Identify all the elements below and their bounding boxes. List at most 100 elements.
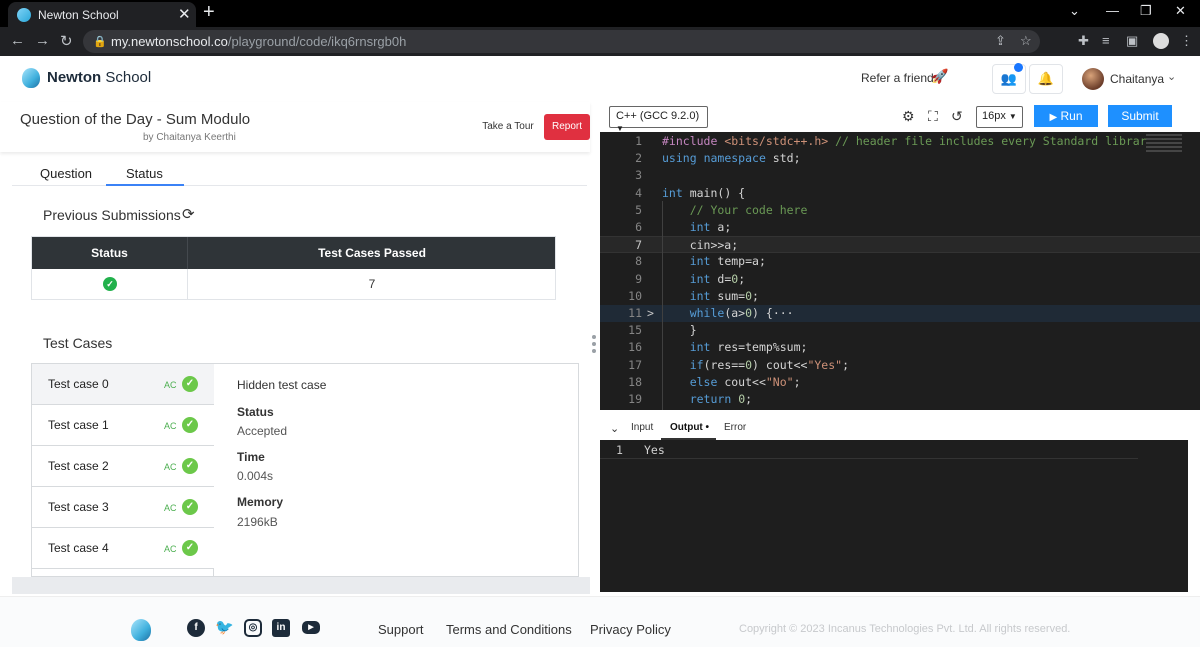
url-host: my.newtonschool.co xyxy=(111,34,228,49)
side-panel-icon[interactable]: ▣ xyxy=(1126,33,1138,49)
newton-logo-icon[interactable] xyxy=(131,619,151,641)
test-case-name: Test case 1 xyxy=(48,418,109,432)
line-number: 4 xyxy=(635,185,642,200)
test-cases-title: Test Cases xyxy=(43,335,113,351)
list-item[interactable]: Test case 3 AC ✓ xyxy=(32,487,214,528)
avatar[interactable] xyxy=(1082,68,1104,90)
instagram-icon[interactable]: ◎ xyxy=(244,619,262,637)
youtube-icon[interactable]: ▶ xyxy=(302,621,320,634)
forward-icon[interactable]: → xyxy=(35,32,50,49)
take-tour-button[interactable]: Take a Tour xyxy=(478,115,538,139)
check-circle-icon: ✓ xyxy=(103,277,117,291)
new-tab-icon[interactable]: + xyxy=(203,1,215,24)
fullscreen-icon[interactable]: ⛶ xyxy=(928,108,938,125)
line-number: 19 xyxy=(628,392,642,406)
user-name[interactable]: Chaitanya xyxy=(1110,72,1164,86)
run-button[interactable]: ▶ Run xyxy=(1034,105,1098,127)
editor-minimap[interactable] xyxy=(1140,132,1186,154)
code-line[interactable]: 3 xyxy=(600,167,1200,184)
close-window-icon[interactable]: ✕ xyxy=(1175,3,1186,19)
font-size-value: 16px xyxy=(982,110,1006,122)
line-number: 5 xyxy=(635,202,642,217)
url-field[interactable]: 🔒 my.newtonschool.co/playground/code/ikq… xyxy=(83,30,1040,53)
terms-link[interactable]: Terms and Conditions xyxy=(446,622,572,637)
chevron-down-icon[interactable]: ⌄ xyxy=(1167,70,1176,83)
settings-gear-icon[interactable]: ⚙ xyxy=(902,108,915,125)
code-line[interactable]: 17 if(res==0) cout<<"Yes"; xyxy=(600,357,1200,374)
linkedin-icon[interactable]: in xyxy=(272,619,290,637)
font-size-select[interactable]: 16px ▼ xyxy=(976,106,1023,128)
facebook-icon[interactable]: f xyxy=(187,619,205,637)
rocket-icon[interactable]: 🚀 xyxy=(931,68,948,85)
list-item[interactable]: Test case 0 AC ✓ xyxy=(32,364,214,405)
table-row[interactable]: ✓ 7 xyxy=(32,269,555,299)
brand-name[interactable]: Newton School xyxy=(47,69,151,86)
code-line[interactable]: 4 int main() { xyxy=(600,185,1200,202)
back-icon[interactable]: ← xyxy=(10,32,25,49)
share-icon[interactable]: ⇪ xyxy=(995,33,1006,49)
browser-tab[interactable]: Newton School ✕ xyxy=(8,2,196,27)
reload-icon[interactable]: ↻ xyxy=(60,32,73,50)
tab-error[interactable]: Error xyxy=(724,422,746,433)
code-line[interactable]: 8 int temp=a; xyxy=(600,253,1200,270)
tab-question[interactable]: Question xyxy=(40,166,92,181)
language-select[interactable]: C++ (GCC 9.2.0) ▼ xyxy=(609,106,708,133)
twitter-icon[interactable]: 🐦 xyxy=(215,619,234,637)
submit-button[interactable]: Submit xyxy=(1108,105,1172,127)
code-line[interactable]: 9 int d=0; xyxy=(600,271,1200,288)
refresh-icon[interactable]: ⟳ xyxy=(182,205,195,223)
fold-chevron-icon[interactable]: > xyxy=(647,305,654,322)
status-label: Status xyxy=(237,405,274,419)
check-circle-icon: ✓ xyxy=(182,376,198,392)
verdict-badge: AC xyxy=(164,380,177,390)
scroll-area-bottom xyxy=(12,577,590,594)
close-tab-icon[interactable]: ✕ xyxy=(178,5,191,23)
pane-resize-handle[interactable] xyxy=(592,335,597,356)
output-panel[interactable]: 1 Yes xyxy=(600,440,1188,592)
list-item[interactable]: Test case 2 AC ✓ xyxy=(32,446,214,487)
tab-input[interactable]: Input xyxy=(631,422,653,433)
collapse-chevron-icon[interactable]: ⌄ xyxy=(610,422,619,435)
code-line[interactable]: 5 // Your code here xyxy=(600,202,1200,219)
report-button[interactable]: Report xyxy=(544,114,590,140)
privacy-link[interactable]: Privacy Policy xyxy=(590,622,671,637)
code-line[interactable]: 11 > while(a>0) {··· xyxy=(600,305,1200,322)
code-line[interactable]: 18 else cout<<"No"; xyxy=(600,374,1200,391)
previous-submissions-title: Previous Submissions xyxy=(43,207,181,223)
question-bar: Question of the Day - Sum Modulo by Chai… xyxy=(0,102,590,152)
code-editor[interactable]: 1 #include <bits/stdc++.h> // header file… xyxy=(600,132,1200,410)
browser-menu-icon[interactable]: ⋮ xyxy=(1180,33,1193,49)
tab-output[interactable]: Output • xyxy=(670,422,709,433)
support-link[interactable]: Support xyxy=(378,622,424,637)
code-line[interactable]: 10 int sum=0; xyxy=(600,288,1200,305)
line-number: 16 xyxy=(628,340,642,355)
minimize-icon[interactable]: — xyxy=(1106,3,1119,18)
tab-output-label: Output xyxy=(670,422,703,433)
caret-down-icon: ▼ xyxy=(1008,112,1017,121)
code-line[interactable]: 2 using namespace std; xyxy=(600,150,1200,167)
code-line[interactable]: 7 cin>>a; xyxy=(600,236,1200,254)
tab-status[interactable]: Status xyxy=(126,166,163,181)
code-line[interactable]: 1 #include <bits/stdc++.h> // header file… xyxy=(600,133,1200,150)
code-line[interactable]: 6 int a; xyxy=(600,219,1200,236)
lock-icon: 🔒 xyxy=(93,36,107,48)
restore-icon[interactable]: ❐ xyxy=(1140,3,1152,19)
list-item[interactable]: Test case 4 AC ✓ xyxy=(32,528,214,569)
profile-icon[interactable] xyxy=(1153,33,1169,49)
list-item[interactable]: Test case 1 AC ✓ xyxy=(32,405,214,446)
reset-code-icon[interactable]: ↺ xyxy=(951,108,963,125)
code-line[interactable]: 16 int res=temp%sum; xyxy=(600,339,1200,356)
check-circle-icon: ✓ xyxy=(182,499,198,515)
notifications-button[interactable]: 🔔 xyxy=(1029,64,1063,94)
tab-search-chevron-icon[interactable]: ⌄ xyxy=(1069,3,1080,19)
extensions-icon[interactable]: ✚ xyxy=(1078,33,1089,49)
newton-logo-icon[interactable] xyxy=(22,68,40,88)
output-text: Yes xyxy=(644,443,665,457)
tabs-divider xyxy=(12,185,587,186)
code-line[interactable]: 15 } xyxy=(600,322,1200,339)
reading-list-icon[interactable]: ≡ xyxy=(1102,33,1110,48)
bookmark-star-icon[interactable]: ☆ xyxy=(1020,33,1032,49)
io-tab-bar: ⌄ Input Output • Error xyxy=(600,416,1188,440)
code-line[interactable]: 19 return 0; xyxy=(600,391,1200,408)
refer-friend-link[interactable]: Refer a friend xyxy=(861,71,934,85)
